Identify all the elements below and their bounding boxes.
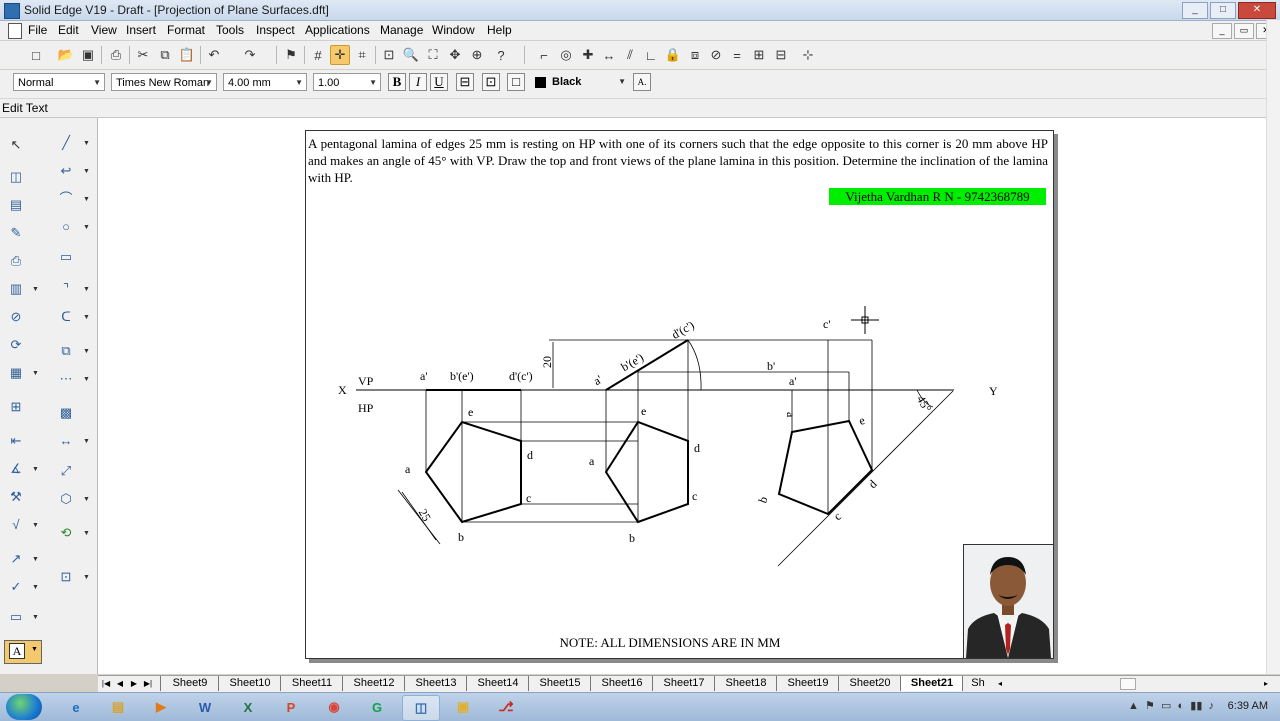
x-label: X (338, 383, 347, 397)
start-button[interactable] (6, 694, 42, 720)
v1-e: e (468, 405, 473, 419)
prev-sheet-button[interactable]: ◀ (114, 677, 126, 690)
dim-height: 20 (540, 356, 554, 368)
v2-d: d (694, 441, 700, 455)
tab-sheet14[interactable]: Sheet14 (466, 676, 529, 691)
v2-c: c (692, 489, 697, 503)
last-sheet-button[interactable]: ▶| (142, 677, 154, 690)
v1-be-front: b'(e') (450, 369, 474, 383)
dim-edge: 25 (416, 506, 434, 523)
taskbar-ie-icon[interactable]: e (58, 695, 94, 719)
crosshair-cursor (851, 306, 879, 334)
v1-dc-front: d'(c') (509, 369, 533, 383)
tab-sheet10[interactable]: Sheet10 (218, 676, 281, 691)
v3-c: c (831, 509, 844, 523)
tab-sheet-partial[interactable]: Sh (962, 676, 993, 691)
horizontal-scroll-thumb[interactable] (1120, 678, 1136, 690)
hp-label: HP (358, 401, 374, 415)
next-sheet-button[interactable]: ▶ (128, 677, 140, 690)
taskbar-powerpoint-icon[interactable]: P (273, 695, 309, 719)
v3-a: a (784, 412, 798, 418)
taskbar-media-icon[interactable]: ▶ (143, 695, 179, 719)
v3-c-front: c' (823, 317, 831, 331)
tab-sheet21[interactable]: Sheet21 (900, 676, 963, 691)
vp-label: VP (358, 374, 374, 388)
tab-sheet19[interactable]: Sheet19 (776, 676, 839, 691)
v1-d: d (527, 448, 533, 462)
taskbar-chrome-icon[interactable]: ◉ (316, 695, 352, 719)
view2-geometry (549, 339, 872, 524)
system-tray[interactable]: ▲ ⚑ ▭ ◐ ▮▮ ♪ (1128, 699, 1214, 712)
tab-sheet15[interactable]: Sheet15 (528, 676, 591, 691)
tab-scroll-left[interactable]: ◂ (994, 677, 1006, 690)
v2-dc-front: d'(c') (669, 318, 696, 342)
v3-b-front: b' (767, 359, 775, 373)
taskbar-explorer-icon[interactable]: ▤ (100, 695, 136, 719)
dim-angle: 45° (914, 393, 935, 415)
v3-a-front: a' (789, 374, 797, 388)
view1-geometry (397, 389, 638, 545)
sheet-tab-bar: |◀ ◀ ▶ ▶| Sheet9 Sheet10 Sheet11 Sheet12… (98, 675, 1280, 692)
clock[interactable]: 6:39 AM (1228, 700, 1268, 712)
taskbar-pdf-icon[interactable]: ⎇ (488, 695, 524, 719)
tab-sheet13[interactable]: Sheet13 (404, 676, 467, 691)
tab-sheet9[interactable]: Sheet9 (160, 676, 219, 691)
v2-b: b (629, 531, 635, 545)
tab-sheet18[interactable]: Sheet18 (714, 676, 777, 691)
v3-d: d (866, 477, 880, 491)
projection-drawing[interactable]: X Y VP HP a' b'(e') d'(c') a e d c b 25 … (0, 0, 1280, 720)
y-label: Y (989, 384, 998, 398)
taskbar: e ▤ ▶ W X P ◉ G ◫ ▣ ⎇ ▲ ⚑ ▭ ◐ ▮▮ ♪ 6:39 … (0, 692, 1280, 721)
v3-e: e (857, 413, 867, 428)
tab-sheet17[interactable]: Sheet17 (652, 676, 715, 691)
tab-scroll-right[interactable]: ▸ (1260, 677, 1272, 690)
taskbar-word-icon[interactable]: W (187, 695, 223, 719)
tab-sheet16[interactable]: Sheet16 (590, 676, 653, 691)
v2-a: a (589, 454, 595, 468)
v1-a-front: a' (420, 369, 428, 383)
tab-sheet12[interactable]: Sheet12 (342, 676, 405, 691)
taskbar-g-icon[interactable]: G (359, 695, 395, 719)
first-sheet-button[interactable]: |◀ (100, 677, 112, 690)
v1-b: b (458, 530, 464, 544)
v1-a: a (405, 462, 411, 476)
tab-sheet11[interactable]: Sheet11 (280, 676, 343, 691)
taskbar-excel-icon[interactable]: X (230, 695, 266, 719)
view3-geometry (777, 340, 954, 567)
taskbar-solid-edge-icon[interactable]: ◫ (402, 695, 440, 721)
v2-be-front: b'(e') (618, 350, 645, 374)
v2-a-front: a' (591, 372, 604, 388)
v2-e: e (641, 404, 646, 418)
taskbar-files-icon[interactable]: ▣ (445, 695, 481, 719)
v1-c: c (526, 491, 531, 505)
tab-sheet20[interactable]: Sheet20 (838, 676, 901, 691)
v3-b: b (755, 494, 770, 504)
